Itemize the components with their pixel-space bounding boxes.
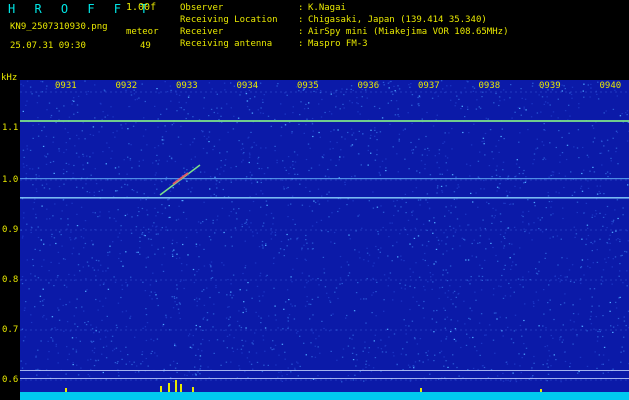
- observer-label: Observer: [180, 3, 224, 13]
- amplitude-spike-2: [175, 380, 177, 392]
- line-0-60: [20, 378, 629, 379]
- antenna-colon: :: [298, 39, 304, 49]
- amplitude-spike-4: [192, 387, 194, 392]
- date-time: 25.07.31 09:30: [10, 41, 86, 51]
- frequency-unit-label: kHz: [1, 73, 18, 83]
- freq-label-1-0: 1.0: [2, 175, 19, 185]
- freq-label-0-7: 0.7: [2, 325, 19, 335]
- amplitude-spike-0: [160, 386, 162, 392]
- meteor-count: 49: [140, 41, 151, 51]
- carrier-line-1-12: [20, 120, 629, 122]
- amplitude-spike-1: [168, 383, 170, 392]
- freq-label-0-9: 0.9: [2, 225, 19, 235]
- time-label-0936: 0936: [357, 81, 380, 91]
- freq-label-1-1: 1.1: [2, 123, 19, 133]
- antenna-value: Maspro FM-3: [308, 39, 368, 49]
- location-colon: :: [298, 15, 304, 25]
- meteor-label: meteor: [126, 27, 159, 37]
- freq-label-0-8: 0.8: [2, 275, 19, 285]
- receiver-label: Receiver: [180, 27, 224, 37]
- amplitude-spike-3: [180, 384, 182, 392]
- line-0-62: [20, 370, 629, 371]
- time-label-0937: 0937: [418, 81, 440, 91]
- version-label: 1.00f: [126, 2, 157, 13]
- observer-colon: :: [298, 3, 304, 13]
- amplitude-spike-7: [540, 389, 542, 392]
- freq-label-0-6: 0.6: [2, 375, 19, 385]
- spectrogram-canvas: [20, 80, 629, 400]
- time-label-0933: 0933: [176, 81, 198, 91]
- time-label-0931: 0931: [55, 81, 77, 91]
- location-value: Chigasaki, Japan (139.414 35.340): [308, 15, 487, 25]
- amplitude-spike-5: [65, 388, 67, 392]
- observer-value: K.Nagai: [308, 3, 346, 13]
- receiver-value: AirSpy mini (Miakejima VOR 108.65MHz): [308, 27, 509, 37]
- carrier-line-1-00: [20, 178, 629, 180]
- location-label: Receiving Location: [180, 15, 278, 25]
- file-name: KN9_2507310930.png: [10, 22, 108, 32]
- amplitude-bar: [20, 392, 629, 400]
- time-label-0935: 0935: [297, 81, 319, 91]
- plot-background: [20, 80, 629, 400]
- receiver-colon: :: [298, 27, 304, 37]
- carrier-line-0-97: [20, 197, 629, 199]
- time-label-0938: 0938: [478, 81, 501, 91]
- spectrogram-plot: [20, 80, 629, 400]
- header-panel: H R O F F T 1.00f KN9_2507310930.png 25.…: [0, 0, 629, 78]
- time-label-0940: 0940: [599, 81, 622, 91]
- time-label-0939: 0939: [539, 81, 561, 91]
- amplitude-spike-6: [420, 388, 422, 392]
- time-label-0934: 0934: [236, 81, 259, 91]
- antenna-label: Receiving antenna: [180, 39, 273, 49]
- time-label-0932: 0932: [115, 81, 138, 91]
